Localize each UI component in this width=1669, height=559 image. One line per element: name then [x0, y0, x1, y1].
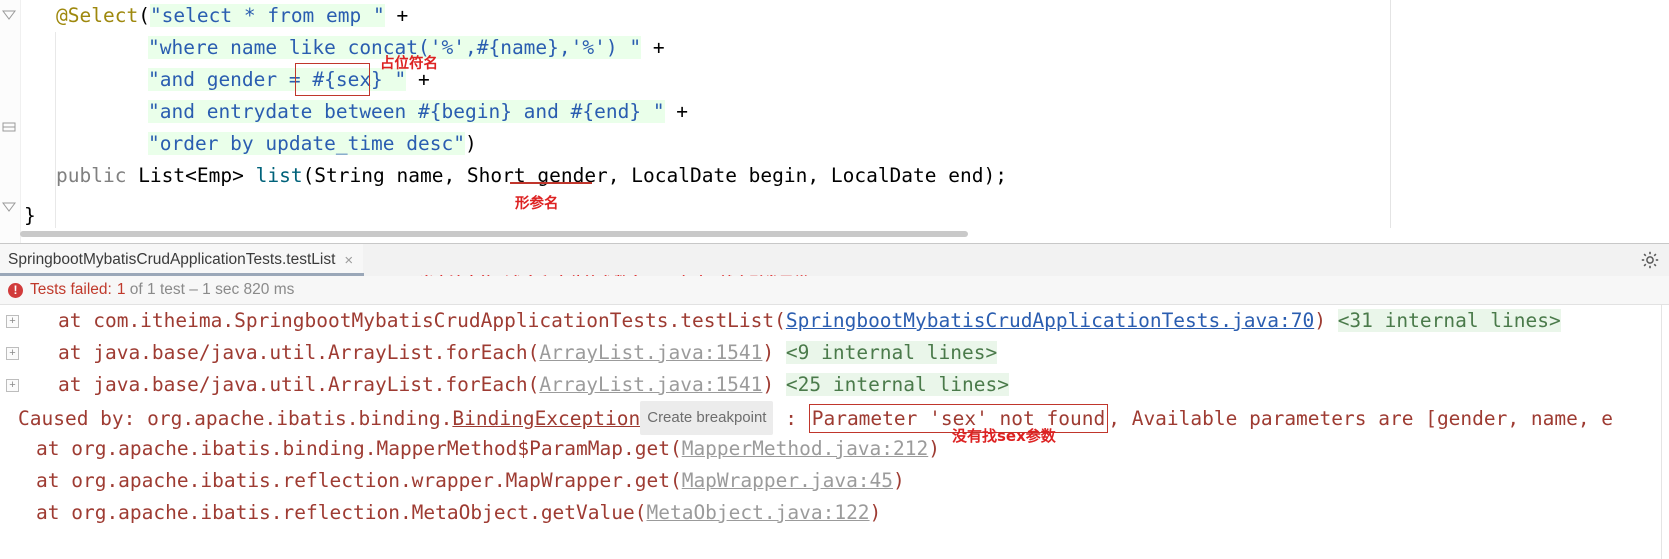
stacktrace-text: at com.itheima.SpringbootMybatisCrudAppl… [58, 309, 786, 332]
code-text-area[interactable]: @Select("select * from emp " + "where na… [20, 0, 1669, 243]
test-failed-count: 1 [116, 281, 126, 298]
code-token: ) [464, 132, 477, 155]
code-token: public [56, 164, 127, 187]
fold-collapse-icon-2[interactable] [2, 120, 16, 134]
trace-caused-by[interactable]: Caused by: org.apache.ibatis.binding.Bin… [0, 401, 1614, 435]
stacktrace-link[interactable]: SpringbootMybatisCrudApplicationTests.ja… [786, 309, 1314, 332]
stacktrace-text: : [773, 407, 809, 430]
stacktrace-link[interactable]: ArrayList.java:1541 [539, 341, 762, 364]
stacktrace-text: ) [762, 341, 786, 364]
test-status-label: Tests failed: [30, 281, 112, 298]
fold-collapse-icon-1[interactable] [2, 8, 16, 22]
placeholder-name-note: 占位符名 [380, 56, 438, 72]
fold-collapse-icon-3[interactable] [2, 200, 16, 214]
expand-icon[interactable]: + [6, 379, 19, 392]
stacktrace-text: ) [928, 437, 940, 460]
console-right-divider [1661, 305, 1662, 559]
stacktrace-text: at java.base/java.util.ArrayList.forEach… [58, 373, 540, 396]
stacktrace-text: at org.apache.ibatis.reflection.MetaObje… [36, 501, 647, 524]
trace-parammap-get[interactable]: at org.apache.ibatis.binding.MapperMetho… [0, 433, 940, 465]
stacktrace-text: <25 internal lines> [785, 373, 1009, 396]
ide-window: @Select("select * from emp " + "where na… [0, 0, 1669, 559]
editor-right-divider [1390, 0, 1391, 228]
stacktrace-text: Caused by: org.apache.ibatis.binding. [18, 407, 453, 430]
code-token: } [24, 204, 36, 227]
code-token: "select * from emp " [149, 4, 385, 27]
test-duration: of 1 test – 1 sec 820 ms [125, 281, 295, 298]
line-and-entrydate[interactable]: "and entrydate between #{begin} and #{en… [20, 96, 700, 128]
stacktrace-text: at java.base/java.util.ArrayList.forEach… [58, 341, 540, 364]
panel-tabbar: SpringbootMybatisCrudApplicationTests.te… [0, 244, 1669, 292]
run-test-panel: SpringbootMybatisCrudApplicationTests.te… [0, 243, 1669, 559]
code-token: "and entrydate between #{begin} and #{en… [148, 100, 665, 123]
editor-horizontal-scrollbar[interactable] [20, 231, 968, 237]
stacktrace-text: BindingException [452, 407, 641, 430]
stacktrace-text: ) [762, 373, 786, 396]
code-token: List<Emp> [126, 164, 256, 187]
code-token: + [384, 4, 420, 27]
tab-label: SpringbootMybatisCrudApplicationTests.te… [8, 251, 336, 268]
line-class-close[interactable]: } [20, 200, 36, 232]
stacktrace-text: <9 internal lines> [785, 341, 998, 364]
line-where-name-like[interactable]: "where name like concat('%',#{name},'%')… [20, 32, 676, 64]
trace-foreach-25[interactable]: at java.base/java.util.ArrayList.forEach… [0, 369, 1009, 401]
code-token: "order by update_time desc" [148, 132, 465, 155]
stacktrace-link[interactable]: MetaObject.java:122 [646, 501, 869, 524]
trace-testlist[interactable]: at com.itheima.SpringbootMybatisCrudAppl… [0, 305, 1561, 337]
test-status-row: ! Tests failed: 1 of 1 test – 1 sec 820 … [0, 276, 1669, 305]
code-token: + [641, 36, 677, 59]
tab-test-run[interactable]: SpringbootMybatisCrudApplicationTests.te… [0, 244, 364, 276]
code-token: + [664, 100, 700, 123]
stacktrace-console[interactable]: at com.itheima.SpringbootMybatisCrudAppl… [0, 305, 1669, 559]
error-icon: ! [8, 282, 23, 298]
missing-parameter-note: 没有找sex参数 [952, 427, 1056, 445]
stacktrace-text: <31 internal lines> [1337, 309, 1561, 332]
expand-icon[interactable]: + [6, 347, 19, 360]
create-breakpoint-hint[interactable]: Create breakpoint [640, 401, 774, 435]
stacktrace-link[interactable]: MapperMethod.java:212 [682, 437, 929, 460]
expand-icon[interactable]: + [6, 315, 19, 328]
line-and-gender[interactable]: "and gender = #{sex} " + [20, 64, 442, 96]
stacktrace-link[interactable]: MapWrapper.java:45 [682, 469, 893, 492]
stacktrace-text: ) [869, 501, 882, 524]
stacktrace-link[interactable]: ArrayList.java:1541 [539, 373, 762, 396]
code-token: ( [138, 4, 150, 27]
code-token: "and gender = #{sex} " [148, 68, 407, 91]
trace-mapwrapper-get[interactable]: at org.apache.ibatis.reflection.wrapper.… [0, 465, 905, 497]
code-token: @Select [56, 4, 139, 27]
line-method-signature[interactable]: public List<Emp> list(String name, Short… [20, 160, 1007, 192]
stacktrace-text: at org.apache.ibatis.reflection.wrapper.… [36, 469, 682, 492]
editor-gutter[interactable] [0, 0, 21, 243]
stacktrace-text: ) [1314, 309, 1338, 332]
formal-parameter-underline [510, 182, 592, 184]
line-select-annotation[interactable]: @Select("select * from emp " + [20, 0, 420, 32]
trace-metaobject-getvalue[interactable]: at org.apache.ibatis.reflection.MetaObje… [0, 497, 881, 529]
code-token: list [255, 164, 303, 187]
close-icon[interactable]: × [344, 253, 353, 268]
line-order-by[interactable]: "order by update_time desc") [20, 128, 477, 160]
code-editor[interactable]: @Select("select * from emp " + "where na… [0, 0, 1669, 243]
stacktrace-text: at org.apache.ibatis.binding.MapperMetho… [36, 437, 682, 460]
code-token: (String name, Short gender, LocalDate be… [302, 164, 1007, 187]
gear-icon[interactable] [1641, 251, 1659, 269]
stacktrace-text: , Available parameters are [gender, name… [1108, 407, 1614, 430]
stacktrace-text: ) [893, 469, 905, 492]
trace-foreach-9[interactable]: at java.base/java.util.ArrayList.forEach… [0, 337, 998, 369]
formal-parameter-name-note: 形参名 [515, 196, 559, 212]
